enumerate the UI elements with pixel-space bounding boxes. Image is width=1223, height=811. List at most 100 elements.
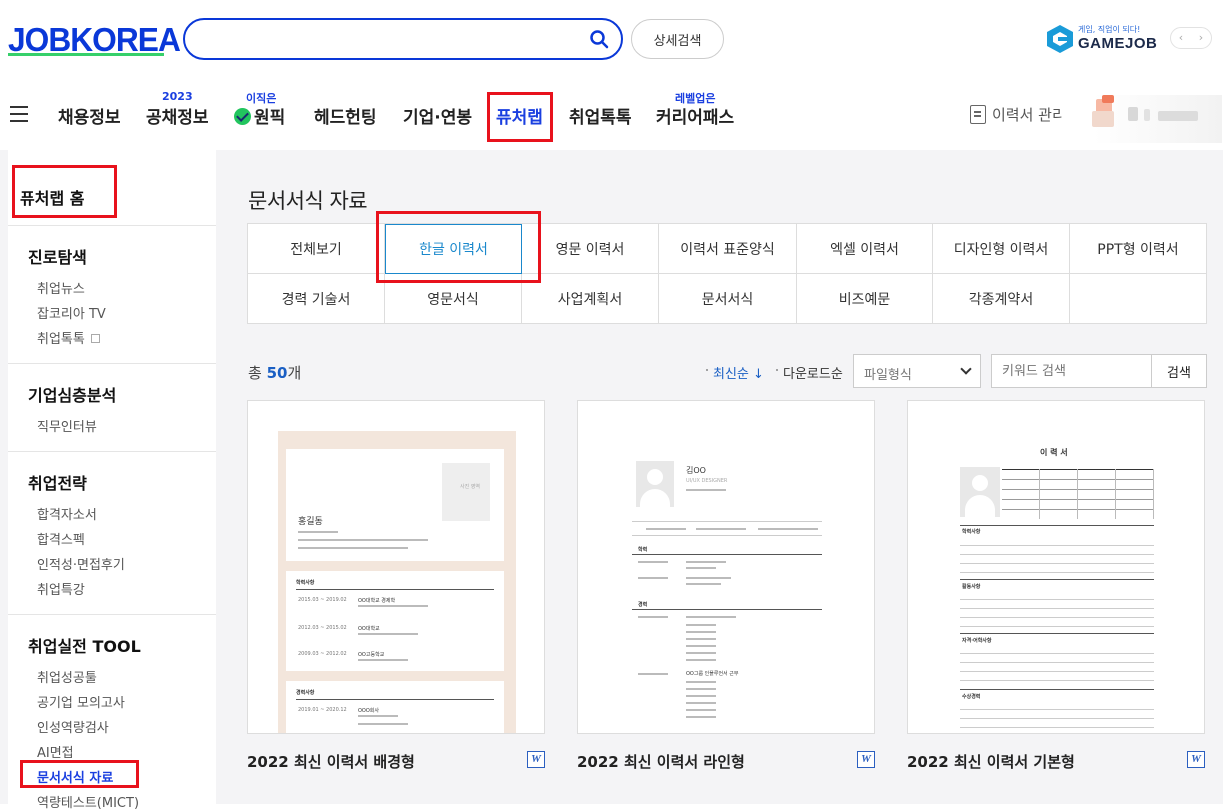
keyword-search-button[interactable]: 검색 xyxy=(1151,354,1207,388)
nav-futurelab-highlight xyxy=(487,92,553,142)
sidebar-item-success-tool[interactable]: 취업성공툴 xyxy=(37,667,97,686)
preview-section-education: 학력사항 xyxy=(962,529,981,535)
sidebar-item-mict[interactable]: 역량테스트(MICT) xyxy=(37,792,139,811)
preview-row: OO대학교 경제학 xyxy=(358,598,396,604)
nav-item-talk[interactable]: 취업톡톡 xyxy=(569,103,632,128)
menu-icon[interactable] xyxy=(10,106,28,122)
word-file-icon[interactable]: W xyxy=(1187,751,1205,768)
sidebar-item-jobkorea-tv[interactable]: 잡코리아 TV xyxy=(37,303,106,322)
nav-item-public-recruit[interactable]: 공채정보 xyxy=(146,103,209,128)
nav-item-jobs[interactable]: 채용정보 xyxy=(58,103,121,128)
photo-placeholder-label: 사진 영역 xyxy=(460,484,480,490)
sidebar-item-ai-interview[interactable]: AI면접 xyxy=(37,742,74,761)
search-input[interactable] xyxy=(203,28,583,50)
preview-section-activities: 활동사항 xyxy=(962,584,981,590)
total-count: 총 50개 xyxy=(248,362,301,383)
sort-downloads[interactable]: 다운로드순 xyxy=(783,363,843,382)
preview-row: 2009.03 ~ 2012.02 xyxy=(298,651,347,657)
header: JOBKOREA 상세검색 게임, 직업이 되다! GAMEJOB ‹ › 채용… xyxy=(0,0,1223,150)
sort-latest[interactable]: 최신순 ↓ xyxy=(713,363,764,382)
sidebar-item-interview-review[interactable]: 인적성·면접후기 xyxy=(37,554,125,573)
template-card-background[interactable]: 사진 영역 홍길동 학력사항 2015.03 ~ 2019.02 OO대학교 경… xyxy=(247,400,545,734)
card-title-line[interactable]: 2022 최신 이력서 라인형 xyxy=(577,751,745,772)
card-thumbnail: 사진 영역 홍길동 학력사항 2015.03 ~ 2019.02 OO대학교 경… xyxy=(278,431,516,733)
sidebar-item-job-news[interactable]: 취업뉴스 xyxy=(37,278,85,297)
sidebar-item-cover-letter[interactable]: 합격자소서 xyxy=(37,504,97,523)
card-title-basic[interactable]: 2022 최신 이력서 기본형 xyxy=(907,751,1075,772)
nav-sup-2023: 2023 xyxy=(162,90,193,103)
nav-item-onepick[interactable]: 원픽 xyxy=(234,103,285,128)
template-card-basic[interactable]: 이 력 서 학력사항 활동사항 자격·어학사항 수상경력 xyxy=(907,400,1205,734)
sidebar-item-lecture[interactable]: 취업특강 xyxy=(37,579,85,598)
tab-contracts[interactable]: 각종계약서 xyxy=(933,274,1070,324)
tab-document-forms[interactable]: 문서서식 xyxy=(659,274,797,324)
search-box[interactable] xyxy=(183,18,623,60)
preview-row: OOO회사 xyxy=(358,708,380,714)
sidebar-section-tools[interactable]: 취업실전 TOOL xyxy=(28,633,141,657)
total-suffix: 개 xyxy=(287,364,302,382)
preview-name: 홍길동 xyxy=(298,517,323,527)
sidebar-item-job-interview[interactable]: 직무인터뷰 xyxy=(37,416,97,435)
sidebar-item-aptitude-test[interactable]: 인성역량검사 xyxy=(37,717,109,736)
tab-excel-resume[interactable]: 엑셀 이력서 xyxy=(797,224,933,274)
pager-next-button[interactable]: › xyxy=(1191,28,1211,48)
sidebar-section-job-strategy[interactable]: 취업전략 xyxy=(28,470,87,494)
sidebar-active-highlight xyxy=(20,760,139,788)
word-file-icon[interactable]: W xyxy=(857,751,875,768)
preview-section-education: 학력 xyxy=(638,547,648,553)
preview-row: 2012.03 ~ 2015.02 xyxy=(298,625,347,631)
preview-section-education: 학력사항 xyxy=(296,580,315,586)
gamejob-banner[interactable]: 게임, 직업이 되다! GAMEJOB xyxy=(1046,22,1157,58)
tab-design-resume[interactable]: 디자인형 이력서 xyxy=(933,224,1070,274)
file-type-select-value: 파일형식 xyxy=(864,368,912,383)
total-prefix: 총 xyxy=(248,364,262,382)
sidebar-section-company-analysis[interactable]: 기업심층분석 xyxy=(28,382,116,406)
tab-standard-resume[interactable]: 이력서 표준양식 xyxy=(659,224,797,274)
check-badge-icon xyxy=(234,108,251,125)
sidebar-item-talk[interactable]: 취업톡톡 xyxy=(37,328,100,347)
file-type-select[interactable]: 파일형식 xyxy=(853,354,981,388)
advanced-search-button[interactable]: 상세검색 xyxy=(631,19,724,59)
sidebar-item-mock-exam[interactable]: 공기업 모의고사 xyxy=(37,692,125,711)
nav-item-careerpass[interactable]: 커리어패스 xyxy=(656,103,734,128)
sidebar-divider xyxy=(8,451,216,452)
total-number: 50 xyxy=(266,364,288,382)
nav-item-onepick-label: 원픽 xyxy=(254,108,286,128)
tab-english-resume[interactable]: 영문 이력서 xyxy=(522,224,659,274)
tab-business-examples[interactable]: 비즈예문 xyxy=(797,274,933,324)
preview-company: OO그룹 인플루언서 근무 xyxy=(686,671,739,677)
page-title: 문서서식 자료 xyxy=(248,189,368,213)
card-title-background[interactable]: 2022 최신 이력서 배경형 xyxy=(247,751,415,772)
logo-underline xyxy=(8,53,164,56)
keyword-search-input[interactable] xyxy=(991,354,1152,388)
tab-all[interactable]: 전체보기 xyxy=(248,224,385,274)
chevron-down-icon xyxy=(960,363,972,375)
nav-item-headhunting[interactable]: 헤드헌팅 xyxy=(314,103,377,128)
sidebar-divider xyxy=(8,614,216,615)
preview-section-career: 경력사항 xyxy=(296,690,315,696)
user-profile-blurred[interactable] xyxy=(1062,95,1222,143)
word-file-icon[interactable]: W xyxy=(527,751,545,768)
document-icon xyxy=(970,105,986,124)
pager-prev-button[interactable]: ‹ xyxy=(1171,28,1191,48)
resume-manage-link[interactable]: 이력서 관리 xyxy=(970,104,1066,125)
tab-career-description[interactable]: 경력 기술서 xyxy=(248,274,385,324)
sidebar-divider xyxy=(8,363,216,364)
tab-business-plan[interactable]: 사업계획서 xyxy=(522,274,659,324)
gamejob-tagline: 게임, 직업이 되다! xyxy=(1078,25,1141,34)
preview-name: 김OO xyxy=(686,466,706,475)
preview-row: OO대학교 xyxy=(358,626,380,632)
preview-section-career: 경력 xyxy=(638,602,648,608)
external-link-icon xyxy=(90,334,100,343)
sort-dot xyxy=(776,369,778,371)
preview-row: 2019.01 ~ 2020.12 xyxy=(298,707,347,713)
sidebar-section-career-explore[interactable]: 진로탐색 xyxy=(28,244,87,268)
sidebar-item-spec[interactable]: 합격스펙 xyxy=(37,529,85,548)
resume-manage-label: 이력서 관리 xyxy=(992,106,1066,124)
preview-heading: 이 력 서 xyxy=(1040,448,1068,457)
template-card-line[interactable]: 김OO UI/UX DESIGNER 학력 경력 OO그룹 인플루언서 근무 xyxy=(577,400,875,734)
tab-ppt-resume[interactable]: PPT형 이력서 xyxy=(1070,224,1207,274)
nav-item-company-salary[interactable]: 기업·연봉 xyxy=(403,103,472,128)
search-icon[interactable] xyxy=(589,29,609,49)
banner-pager: ‹ › xyxy=(1170,27,1212,49)
